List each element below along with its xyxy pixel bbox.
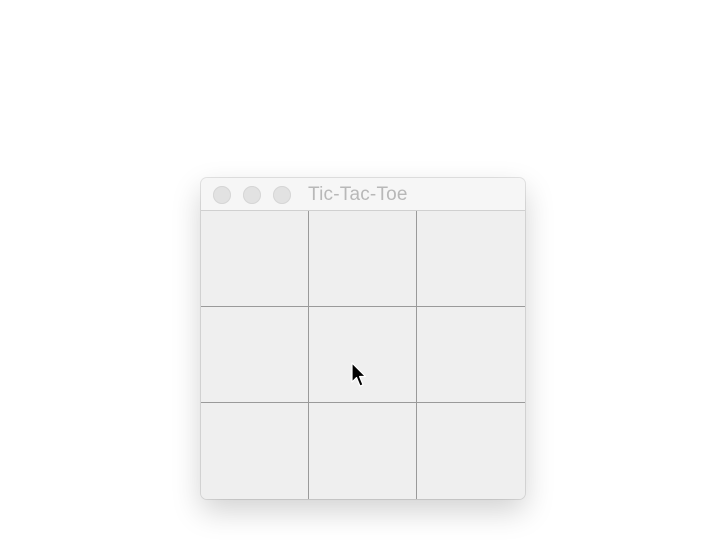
board-cell-2-0[interactable] — [201, 403, 309, 499]
board-cell-0-1[interactable] — [309, 211, 417, 307]
window-title: Tic-Tac-Toe — [308, 184, 408, 205]
tic-tac-toe-window: Tic-Tac-Toe — [201, 178, 525, 499]
arrow-cursor-icon — [351, 362, 367, 387]
board-cell-2-1[interactable] — [309, 403, 417, 499]
game-board — [201, 211, 525, 499]
board-cell-2-2[interactable] — [417, 403, 525, 499]
close-button[interactable] — [213, 186, 231, 204]
minimize-button[interactable] — [243, 186, 261, 204]
board-cell-0-0[interactable] — [201, 211, 309, 307]
board-cell-0-2[interactable] — [417, 211, 525, 307]
desktop: Tic-Tac-Toe — [0, 0, 720, 540]
board-cell-1-0[interactable] — [201, 307, 309, 403]
board-cell-1-1[interactable] — [309, 307, 417, 403]
zoom-button[interactable] — [273, 186, 291, 204]
board-cell-1-2[interactable] — [417, 307, 525, 403]
title-bar[interactable]: Tic-Tac-Toe — [201, 178, 525, 211]
